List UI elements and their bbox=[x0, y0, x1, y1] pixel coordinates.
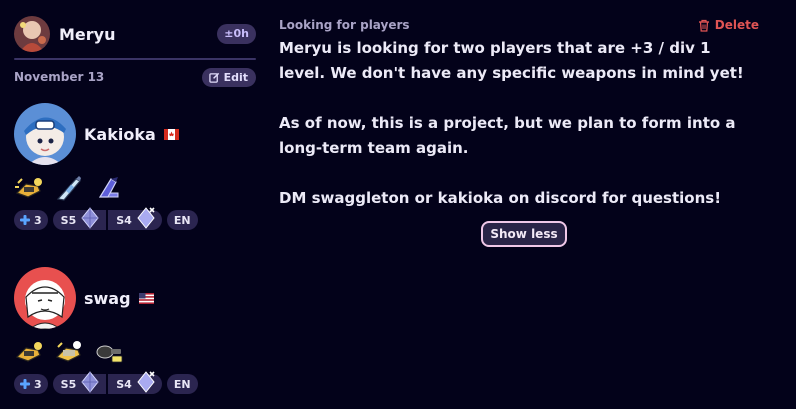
rank-crystal-icon bbox=[81, 371, 99, 393]
language-badge: EN bbox=[166, 210, 198, 230]
plus-icon bbox=[20, 379, 30, 389]
plus-icon bbox=[20, 215, 30, 225]
season-rank: S5 bbox=[53, 371, 107, 394]
season-ranks: S5 S4 bbox=[52, 371, 162, 394]
season-rank: S4 bbox=[106, 371, 162, 394]
player-card: Kakioka 3 S5 S4 EN bbox=[14, 103, 274, 230]
post-details: Looking for players Delete Meryu is look… bbox=[279, 12, 769, 247]
season-rank: S4 bbox=[106, 207, 162, 230]
post-date: November 13 bbox=[14, 70, 105, 84]
weapon-icon bbox=[96, 345, 123, 363]
team-avatar-icon bbox=[14, 16, 50, 52]
usa-flag-icon bbox=[138, 292, 154, 304]
trash-icon bbox=[698, 19, 709, 32]
team-name: Meryu bbox=[59, 24, 116, 44]
weapon-pool bbox=[14, 173, 274, 203]
weapon-icon bbox=[15, 342, 42, 362]
season-label: S5 bbox=[60, 377, 77, 391]
season-label: S5 bbox=[60, 213, 77, 227]
plus-tier-value: 3 bbox=[34, 213, 42, 227]
post-type-label: Looking for players bbox=[279, 18, 410, 32]
edit-button[interactable]: Edit bbox=[201, 67, 256, 87]
weapon-icon bbox=[55, 341, 81, 362]
delete-button[interactable]: Delete bbox=[698, 18, 759, 32]
avatar[interactable] bbox=[14, 103, 76, 165]
toggle-wrap: Show less bbox=[279, 221, 769, 247]
delete-label: Delete bbox=[714, 18, 759, 32]
post-description: Meryu is looking for two players that ar… bbox=[279, 39, 744, 207]
team-header: Meryu ±0h bbox=[14, 12, 256, 56]
plus-tier-badge: 3 bbox=[14, 374, 48, 394]
player-header: swag bbox=[14, 267, 274, 329]
season-rank: S5 bbox=[53, 207, 107, 230]
post-header: Looking for players Delete bbox=[279, 12, 769, 38]
rank-crystal-icon bbox=[137, 207, 155, 229]
season-label: S4 bbox=[116, 377, 132, 391]
season-ranks: S5 S4 bbox=[52, 207, 162, 230]
divider bbox=[14, 58, 256, 60]
player-name: swag bbox=[84, 288, 131, 308]
avatar[interactable] bbox=[14, 267, 76, 329]
edit-label: Edit bbox=[223, 70, 248, 84]
player-badges: 3 S5 S4 EN bbox=[14, 371, 274, 394]
season-label: S4 bbox=[116, 213, 132, 227]
team-avatar[interactable] bbox=[14, 16, 50, 52]
player-avatar-icon bbox=[14, 267, 76, 329]
rank-crystal-icon bbox=[137, 371, 155, 393]
language-badge: EN bbox=[166, 374, 198, 394]
weapon-icon bbox=[56, 176, 81, 201]
weapon-icon bbox=[98, 177, 119, 198]
player-badges: 3 S5 S4 EN bbox=[14, 207, 274, 230]
player-header: Kakioka bbox=[14, 103, 274, 165]
edit-icon bbox=[208, 72, 219, 83]
weapon-pool bbox=[14, 337, 274, 367]
plus-tier-badge: 3 bbox=[14, 210, 48, 230]
plus-tier-value: 3 bbox=[34, 377, 42, 391]
canada-flag-icon bbox=[163, 128, 179, 140]
show-less-button[interactable]: Show less bbox=[481, 221, 567, 247]
player-avatar-icon bbox=[14, 103, 76, 165]
rank-crystal-icon bbox=[81, 207, 99, 229]
timezone-badge: ±0h bbox=[217, 24, 256, 44]
player-name: Kakioka bbox=[84, 124, 156, 144]
player-card: swag 3 S5 S4 EN bbox=[14, 267, 274, 394]
date-row: November 13 Edit bbox=[14, 66, 256, 88]
weapon-icon bbox=[15, 178, 42, 198]
team-summary: Meryu ±0h November 13 Edit bbox=[14, 12, 256, 88]
